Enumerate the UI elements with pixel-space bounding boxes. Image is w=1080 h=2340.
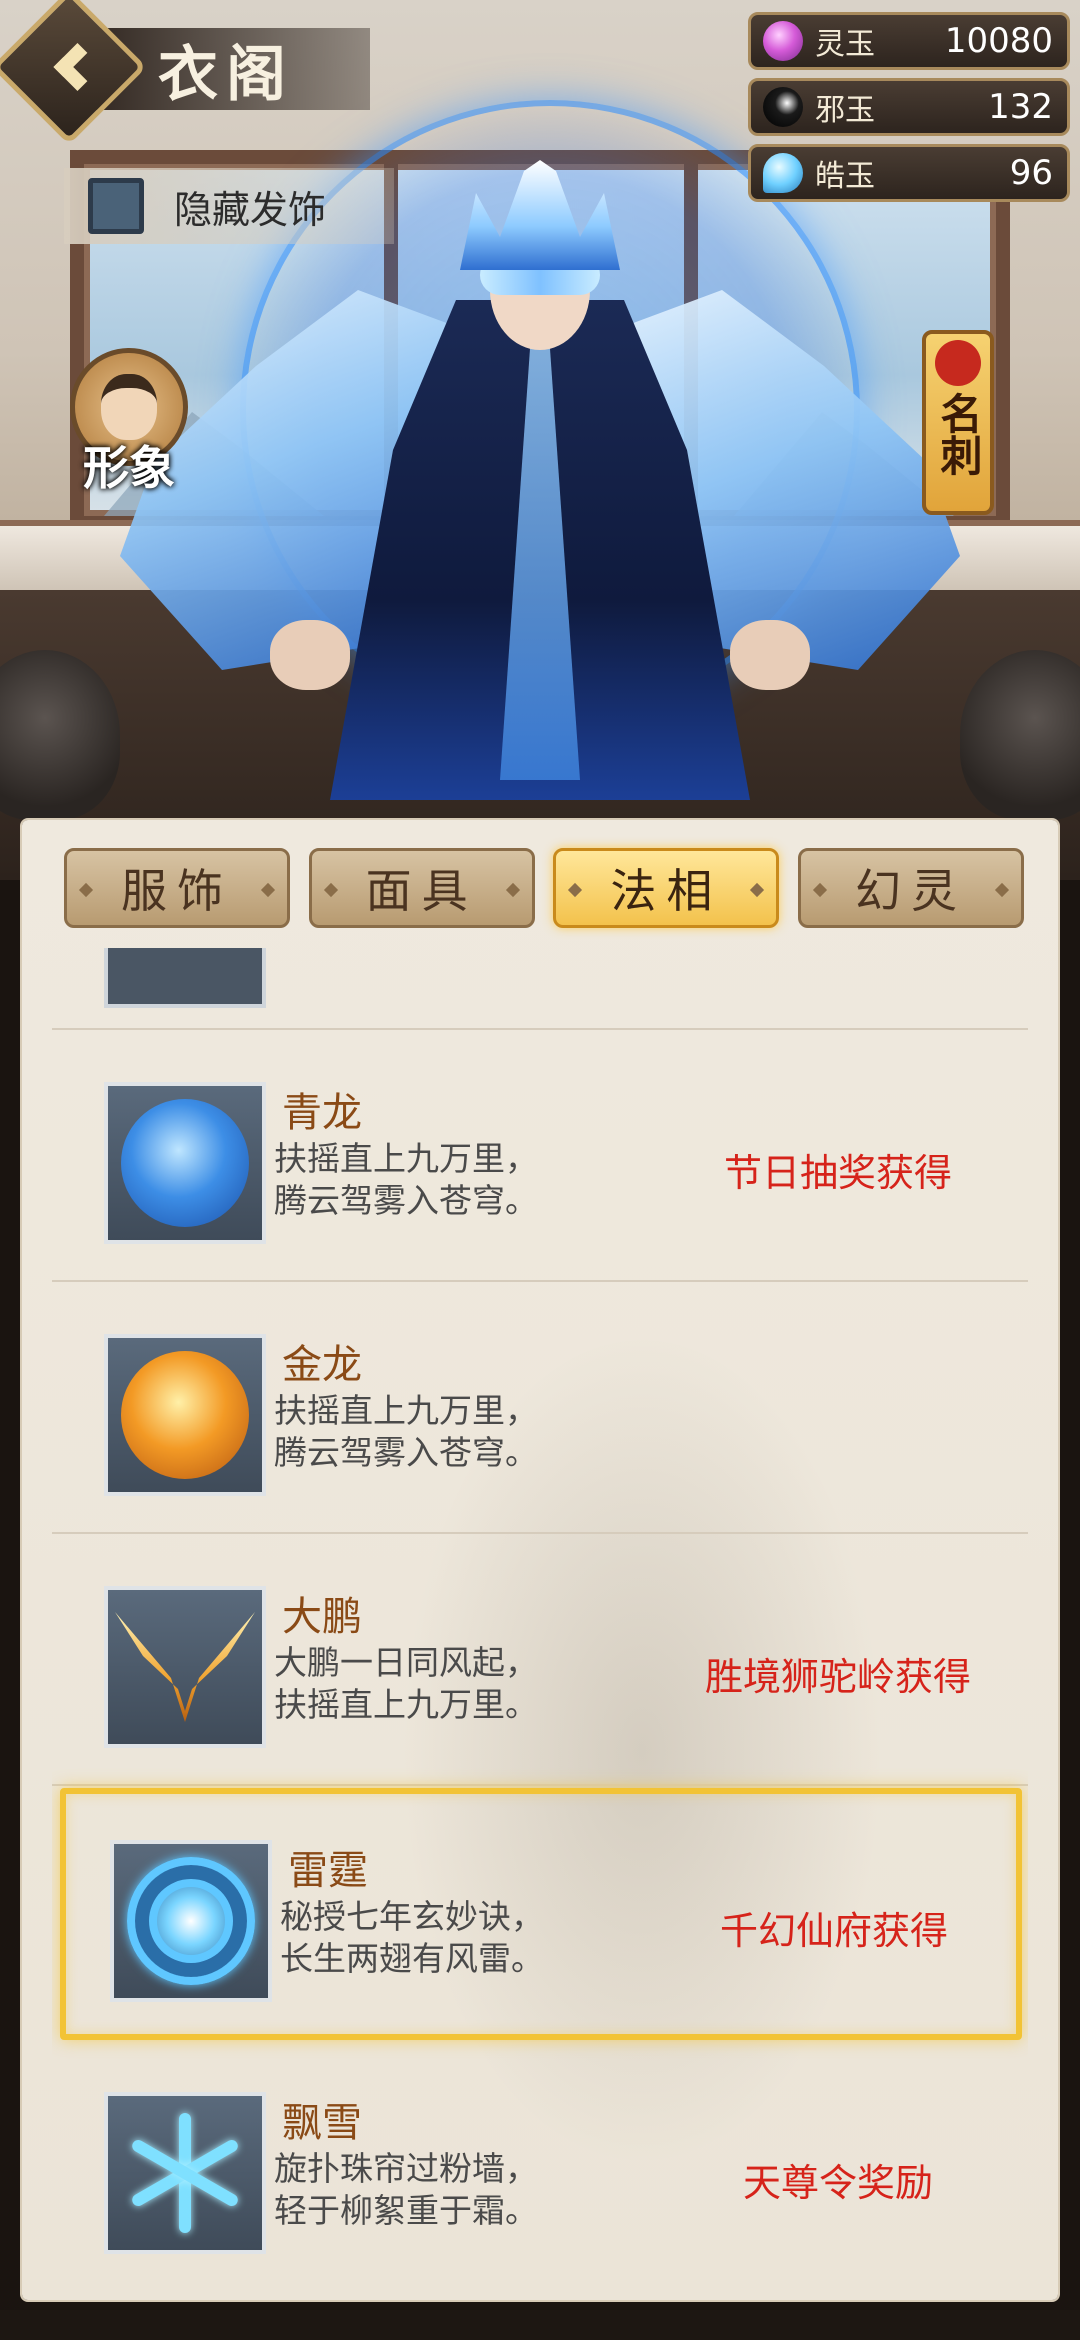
item-source: 千幻仙府获得 [719, 1909, 948, 1953]
item-thumbnail [104, 2092, 266, 2254]
item-thumbnail [104, 1334, 266, 1496]
tab-mask[interactable]: 面具 [308, 848, 535, 928]
blue-dragon-icon [121, 1099, 249, 1227]
tab-spirit[interactable]: 幻灵 [797, 848, 1024, 928]
currency-name: 皓玉 [815, 159, 875, 194]
character-hand-right [730, 620, 810, 690]
item-thumbnail [110, 1840, 272, 2002]
category-tabs: 服饰 面具 法相 幻灵 [64, 848, 1024, 928]
item-description: 旋扑珠帘过粉墙， 轻于柳絮重于霜。 [274, 2149, 538, 2230]
currency-value: 10080 [944, 21, 1053, 61]
list-item-leiting[interactable]: 雷霆 秘授七年玄妙诀， 长生两翅有风雷。 千幻仙府获得 [60, 1788, 1022, 2040]
list-item-piaoxue[interactable]: 飘雪 旋扑珠帘过粉墙， 轻于柳絮重于霜。 天尊令奖励 [52, 2040, 1028, 2288]
chevron-left-icon [53, 42, 102, 92]
currency-value: 96 [1009, 153, 1053, 193]
wardrobe-panel: 服饰 面具 法相 幻灵 青龙 扶摇直上九万里， 腾云驾雾入苍穹。 节日抽奖获得 … [22, 820, 1058, 2300]
item-source: 节日抽奖获得 [723, 1151, 952, 1195]
thunder-circle-icon [127, 1857, 255, 1985]
item-source: 天尊令奖励 [742, 2161, 933, 2205]
tab-dharma-form[interactable]: 法相 [553, 848, 780, 928]
name-card-label: 名刺 [934, 392, 983, 476]
hide-accessory-checkbox[interactable] [88, 178, 144, 234]
gold-dragon-icon [121, 1351, 249, 1479]
currency-name: 邪玉 [815, 93, 875, 128]
currency-name: 灵玉 [815, 27, 875, 62]
item-description: 扶摇直上九万里， 腾云驾雾入苍穹。 [274, 1391, 538, 1472]
golden-wings-icon [115, 1612, 255, 1722]
currency-xieyu[interactable]: 邪玉 132 [748, 78, 1070, 136]
page-title: 衣阁 [158, 39, 294, 110]
name-card-button[interactable]: 名刺 [922, 330, 994, 515]
item-description: 秘授七年玄妙诀， 长生两翅有风雷。 [280, 1897, 544, 1978]
appearance-label: 形象 [83, 441, 175, 495]
list-item-partial[interactable] [52, 948, 1028, 1030]
item-description: 大鹏一日同风起， 扶摇直上九万里。 [274, 1643, 538, 1724]
item-name: 金龙 [282, 1342, 362, 1388]
currency-haoyu[interactable]: 皓玉 96 [748, 144, 1070, 202]
character-hand-left [270, 620, 350, 690]
currency-value: 132 [988, 87, 1053, 127]
list-item-jinlong[interactable]: 金龙 扶摇直上九万里， 腾云驾雾入苍穹。 [52, 1282, 1028, 1534]
appearance-button[interactable]: 形象 [64, 348, 194, 508]
item-name: 雷霆 [288, 1848, 368, 1894]
dark-swirl-icon [763, 87, 803, 127]
item-thumbnail [104, 1082, 266, 1244]
bottom-edge [0, 2310, 1080, 2340]
item-description: 扶摇直上九万里， 腾云驾雾入苍穹。 [274, 1139, 538, 1220]
seal-icon [935, 340, 981, 386]
list-item-dapeng[interactable]: 大鹏 大鹏一日同风起， 扶摇直上九万里。 胜境狮驼岭获得 [52, 1534, 1028, 1786]
pink-gem-icon [763, 21, 803, 61]
snowflake-icon [125, 2113, 245, 2233]
list-item-qinglong[interactable]: 青龙 扶摇直上九万里， 腾云驾雾入苍穹。 节日抽奖获得 [52, 1030, 1028, 1282]
item-thumbnail [104, 1586, 266, 1748]
item-source: 胜境狮驼岭获得 [704, 1655, 971, 1699]
currency-lingyu[interactable]: 灵玉 10080 [748, 12, 1070, 70]
blue-drop-icon [763, 153, 803, 193]
item-name: 青龙 [282, 1090, 362, 1136]
item-list[interactable]: 青龙 扶摇直上九万里， 腾云驾雾入苍穹。 节日抽奖获得 金龙 扶摇直上九万里， … [52, 948, 1028, 2288]
hide-accessory-label: 隐藏发饰 [174, 187, 327, 232]
tab-clothing[interactable]: 服饰 [64, 848, 290, 928]
item-name: 大鹏 [282, 1594, 362, 1640]
hide-accessory-toggle[interactable]: 隐藏发饰 [64, 168, 394, 244]
item-name: 飘雪 [282, 2100, 362, 2146]
